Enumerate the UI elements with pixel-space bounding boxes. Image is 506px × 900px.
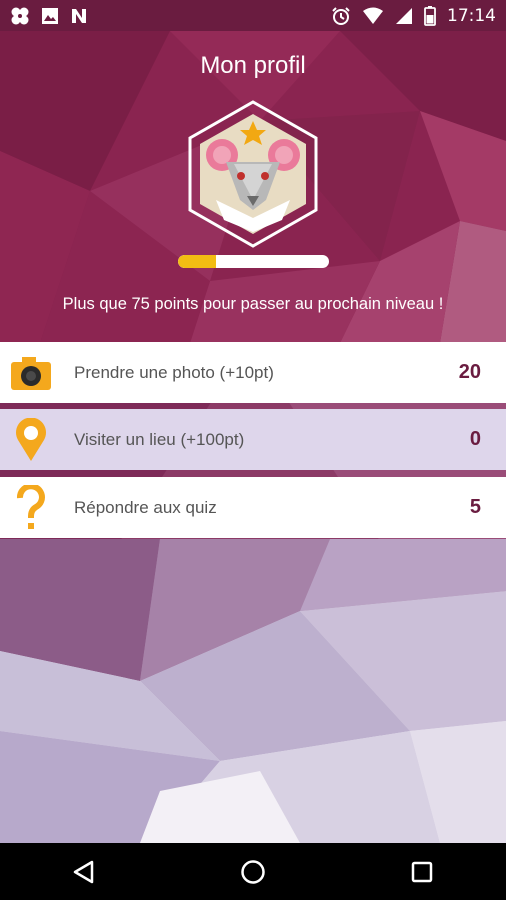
- page-title: Mon profil: [200, 52, 306, 79]
- home-icon: [241, 859, 265, 884]
- activity-value: 0: [469, 428, 481, 450]
- wifi-icon: [363, 7, 383, 24]
- level-progress-bar: [178, 255, 329, 268]
- signal-icon: [396, 7, 412, 24]
- activity-label: Répondre aux quiz: [74, 497, 217, 517]
- question-mark-icon: [0, 477, 62, 538]
- back-icon: [74, 860, 94, 883]
- home-button[interactable]: [223, 843, 283, 900]
- recents-button[interactable]: [392, 843, 452, 900]
- alarm-icon: [332, 6, 350, 25]
- activity-value: 20: [458, 361, 481, 383]
- activity-label: Prendre une photo (+10pt): [74, 362, 274, 382]
- status-bar: 17:14: [0, 0, 506, 31]
- recents-icon: [411, 861, 432, 882]
- level-message: Plus que 75 points pour passer au procha…: [62, 295, 444, 313]
- n-logo-icon: [72, 8, 86, 23]
- activity-row-quiz[interactable]: Répondre aux quiz 5: [0, 477, 506, 538]
- status-bar-system: 17:14: [331, 5, 496, 26]
- battery-icon: [424, 5, 436, 26]
- level-progress-fill: [178, 255, 216, 268]
- image-icon: [42, 7, 58, 24]
- rat-avatar-icon[interactable]: [186, 100, 320, 248]
- back-button[interactable]: [54, 843, 114, 900]
- location-pin-icon: [0, 409, 62, 470]
- navigation-bar: [0, 843, 506, 900]
- activity-row-photo[interactable]: Prendre une photo (+10pt) 20: [0, 342, 506, 403]
- activity-row-visit[interactable]: Visiter un lieu (+100pt) 0: [0, 409, 506, 470]
- status-bar-notifications: [10, 6, 88, 26]
- activity-label: Visiter un lieu (+100pt): [74, 429, 245, 449]
- status-time: 17:14: [447, 5, 496, 26]
- pinwheel-icon: [11, 7, 29, 24]
- camera-icon: [0, 342, 62, 403]
- activity-value: 5: [469, 496, 481, 518]
